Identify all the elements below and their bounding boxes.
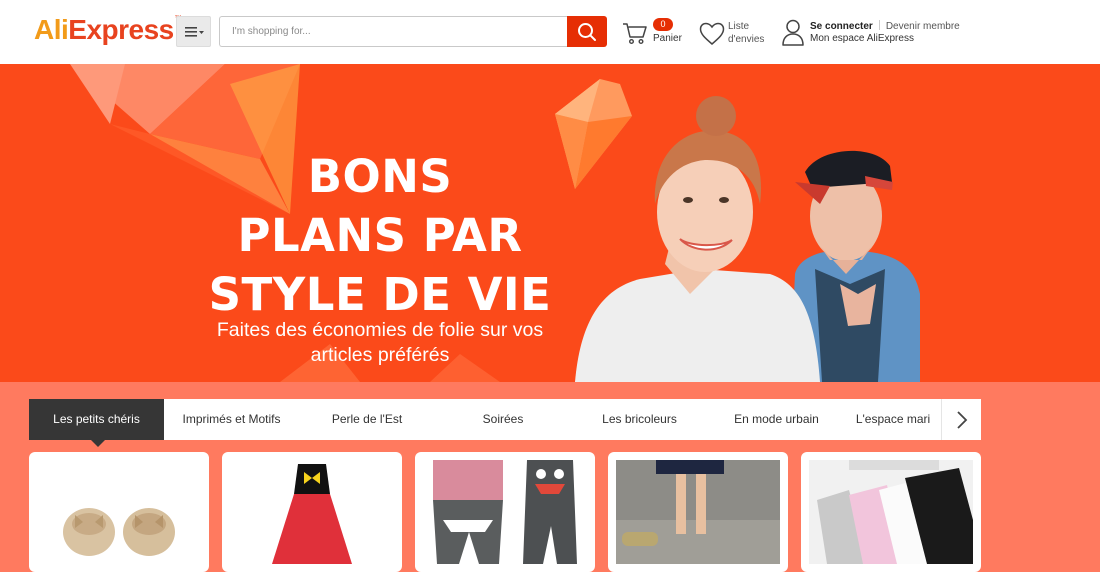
lifestyle-tabs: Les petits chéris Imprimés et Motifs Per… [29,399,981,447]
tab-imprimes-et-motifs[interactable]: Imprimés et Motifs [164,399,299,440]
hamburger-dropdown-icon [184,26,204,37]
banner-headline: BONS PLANS PAR STYLE DE VIE [208,150,552,321]
wishlist-link[interactable]: Liste d'envies [699,20,773,48]
cart-count-badge: 0 [653,18,673,31]
search-icon [578,22,596,41]
sign-in-link[interactable]: Se connecter [810,21,873,32]
product-card[interactable] [801,452,981,572]
cart-link[interactable]: 0 Panier [622,18,692,48]
top-header: AliExpress ™ 0 Panier Listed'envies [0,0,1100,64]
category-menu-button[interactable] [176,16,211,47]
tab-l-espace-mari[interactable]: L'espace mari [845,399,941,440]
baby-pants-image [423,460,587,564]
active-tab-caret [91,440,105,447]
join-link[interactable]: Devenir membre [886,21,960,32]
product-cards [29,452,981,572]
heart-icon [699,22,725,45]
tab-soirees[interactable]: Soirées [435,399,571,440]
search-input[interactable] [219,16,567,47]
product-card[interactable] [415,452,595,572]
cart-icon [623,23,647,45]
my-account-link[interactable]: Mon espace AliExpress [810,33,914,44]
tab-les-bricoleurs[interactable]: Les bricoleurs [571,399,708,440]
girl-dress-image [230,460,394,564]
tab-en-mode-urbain[interactable]: En mode urbain [708,399,845,440]
chevron-right-icon [956,410,967,429]
tights-image [809,460,973,564]
kids-legs-image [616,460,780,564]
tab-les-petits-cheris[interactable]: Les petits chéris [29,399,164,440]
tab-perle-de-l-est[interactable]: Perle de l'Est [299,399,435,440]
wishlist-label: Liste d'envies [728,21,765,45]
divider [878,20,880,30]
tabs-next-button[interactable] [941,399,981,440]
product-card[interactable] [222,452,402,572]
cart-label: Panier [653,33,682,44]
promo-banner[interactable]: BONS PLANS PAR STYLE DE VIE Faites des é… [0,64,1100,382]
aliexpress-logo[interactable]: AliExpress ™ [34,14,181,46]
banner-subheadline: Faites des économies de folie sur vos ar… [216,319,544,366]
user-icon [782,19,804,46]
lifestyle-section: Les petits chéris Imprimés et Motifs Per… [0,382,1100,572]
baby-moccasins-image [37,460,201,564]
product-card[interactable] [608,452,788,572]
account-area: Se connecter Devenir membre Mon espace Al… [781,18,981,48]
product-card[interactable] [29,452,209,572]
search-button[interactable] [567,16,607,47]
